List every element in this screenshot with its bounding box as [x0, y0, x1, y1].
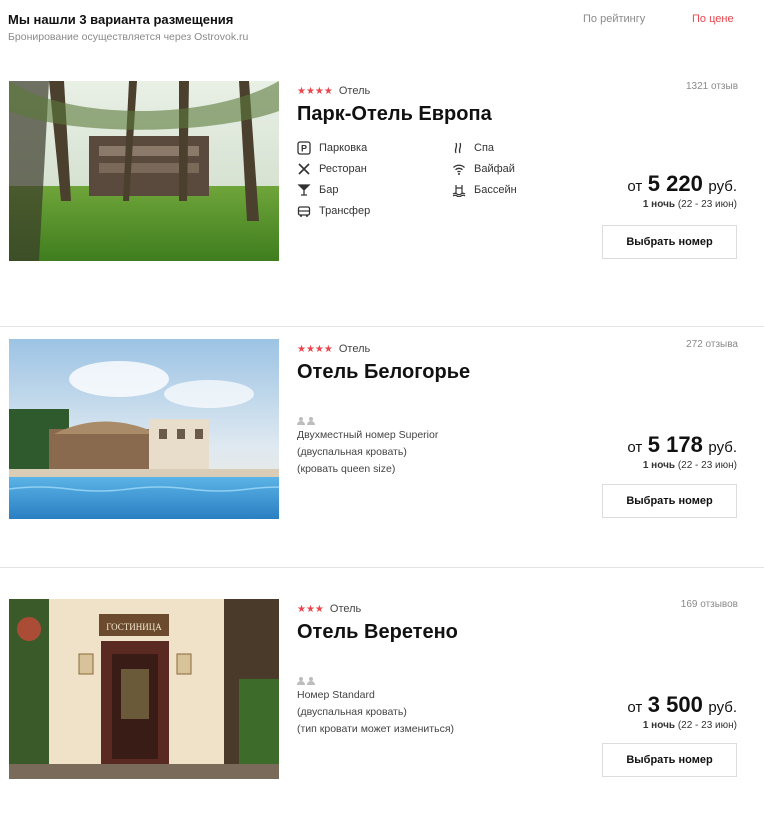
- results-header: Мы нашли 3 варианта размещения Бронирова…: [8, 12, 764, 48]
- parking-icon: P: [297, 141, 311, 155]
- hotel-type: Отель: [338, 343, 371, 355]
- star-rating: ★★★★: [297, 344, 333, 355]
- hotel-info: ★★★★ Отель Отель Белогорье: [297, 339, 737, 384]
- hotel-photo[interactable]: ГОСТИНИЦА: [9, 599, 279, 779]
- price-block: от 5 178 руб. 1 ночь (22 - 23 июн): [627, 432, 737, 471]
- amenity-wifi: Вайфай: [452, 162, 515, 176]
- choose-room-button[interactable]: Выбрать номер: [602, 743, 737, 777]
- hotel-card: ГОСТИНИЦА ★★★ Отель Отель Веретено 169 от…: [0, 599, 764, 839]
- reviews-count[interactable]: 1321 отзыв: [686, 81, 738, 92]
- nights-info: 1 ночь (22 - 23 июн): [642, 460, 737, 471]
- hotel-card: ★★★★ Отель Парк-Отель Европа 1321 отзыв P…: [0, 81, 764, 327]
- choose-room-button[interactable]: Выбрать номер: [602, 484, 737, 518]
- room-name: Двухместный номер Superior: [297, 429, 439, 441]
- price: от 5 178 руб.: [627, 432, 737, 457]
- amenities-list: P Парковка Ресторан Бар Трансфер Спа Вай…: [297, 141, 557, 231]
- sort-by-price-link[interactable]: По цене: [692, 13, 734, 25]
- room-info: Номер Standard (двуспальная кровать) (ти…: [297, 677, 454, 738]
- room-detail: (двуспальная кровать): [297, 706, 407, 718]
- choose-room-button[interactable]: Выбрать номер: [602, 225, 737, 259]
- guests-icon: [297, 677, 454, 685]
- star-rating: ★★★: [297, 604, 324, 615]
- room-detail: (двуспальная кровать): [297, 446, 407, 458]
- spa-icon: [454, 142, 462, 154]
- star-rating: ★★★★: [297, 86, 333, 97]
- hotel-type: Отель: [329, 603, 362, 615]
- hotel-type: Отель: [338, 85, 371, 97]
- room-detail: (кровать queen size): [297, 463, 396, 475]
- wifi-icon: [453, 164, 465, 175]
- bar-icon: [297, 184, 311, 196]
- amenity-pool: Бассейн: [452, 183, 517, 197]
- amenity-bar: Бар: [297, 183, 338, 197]
- hotel-photo[interactable]: [9, 339, 279, 519]
- hotel-name[interactable]: Парк-Отель Европа: [297, 103, 737, 126]
- hotel-photo-vereteno: ГОСТИНИЦА: [9, 599, 279, 779]
- amenity-transfer: Трансфер: [297, 204, 370, 218]
- sort-by-rating-link[interactable]: По рейтингу: [583, 13, 645, 25]
- price-value: 5 178: [647, 432, 703, 457]
- hotel-photo-park-europa: [9, 81, 279, 261]
- amenity-parking: P Парковка: [297, 141, 367, 155]
- price: от 5 220 руб.: [627, 171, 737, 196]
- price-block: от 5 220 руб. 1 ночь (22 - 23 июн): [627, 171, 737, 210]
- hotel-info: ★★★ Отель Отель Веретено: [297, 599, 737, 644]
- room-info: Двухместный номер Superior (двуспальная …: [297, 417, 438, 478]
- divider: [0, 567, 764, 568]
- svg-text:P: P: [301, 144, 307, 154]
- price-value: 5 220: [647, 171, 703, 196]
- pool-icon: [452, 185, 466, 197]
- price-block: от 3 500 руб. 1 ночь (22 - 23 июн): [627, 692, 737, 731]
- hotel-name[interactable]: Отель Веретено: [297, 621, 737, 644]
- guests-icon: [297, 417, 438, 425]
- price: от 3 500 руб.: [627, 692, 737, 717]
- results-subtitle: Бронирование осуществляется через Ostrov…: [8, 31, 249, 43]
- room-name: Номер Standard: [297, 689, 375, 701]
- room-detail: (тип кровати может измениться): [297, 723, 455, 735]
- hotel-sign: ГОСТИНИЦА: [106, 622, 162, 632]
- hotel-card: ★★★★ Отель Отель Белогорье 272 отзыва Дву…: [0, 339, 764, 579]
- price-value: 3 500: [647, 692, 703, 717]
- results-title: Мы нашли 3 варианта размещения: [8, 12, 234, 27]
- nights-info: 1 ночь (22 - 23 июн): [642, 199, 737, 210]
- nights-info: 1 ночь (22 - 23 июн): [642, 720, 737, 731]
- divider: [0, 326, 764, 327]
- restaurant-icon: [298, 163, 310, 175]
- transfer-icon: [297, 206, 311, 217]
- reviews-count[interactable]: 169 отзывов: [681, 599, 738, 610]
- hotel-photo-belogorie: [9, 339, 279, 519]
- amenity-spa: Спа: [452, 141, 494, 155]
- hotel-name[interactable]: Отель Белогорье: [297, 361, 737, 384]
- hotel-photo[interactable]: [9, 81, 279, 261]
- amenity-restaurant: Ресторан: [297, 162, 367, 176]
- hotel-info: ★★★★ Отель Парк-Отель Европа: [297, 81, 737, 126]
- reviews-count[interactable]: 272 отзыва: [686, 339, 738, 350]
